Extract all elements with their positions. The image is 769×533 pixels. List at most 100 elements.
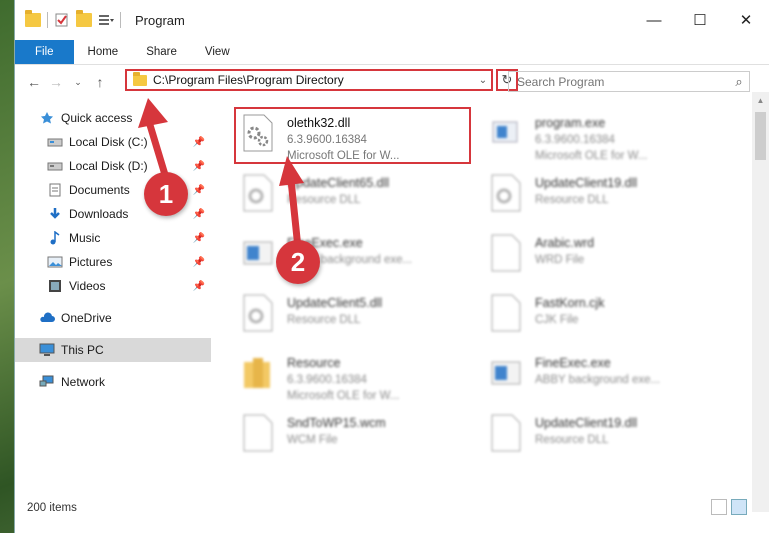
file-item[interactable]: UpdateClient19.dll Resource DLL [483, 406, 723, 462]
sidebar-item-pictures[interactable]: Pictures 📌 [15, 250, 211, 274]
properties-icon[interactable] [54, 13, 70, 27]
pin-icon[interactable]: 📌 [193, 161, 205, 172]
pin-icon[interactable]: 📌 [193, 281, 205, 292]
tab-share[interactable]: Share [132, 40, 191, 64]
file-item[interactable]: olethk32.dll 6.3.9600.16384 Microsoft OL… [235, 106, 475, 162]
sidebar-item-label: This PC [61, 343, 104, 357]
exe-window-icon [243, 234, 273, 272]
file-item[interactable]: Resource 6.3.9600.16384 Microsoft OLE fo… [235, 346, 475, 402]
up-arrow-icon[interactable]: ↑ [89, 74, 111, 90]
sidebar-item-music[interactable]: Music 📌 [15, 226, 211, 250]
new-folder-icon[interactable] [76, 10, 92, 27]
minimize-button[interactable]: — [631, 0, 677, 40]
tab-view[interactable]: View [191, 40, 244, 64]
file-item[interactable]: UpdateClient65.dll Resource DLL [235, 166, 475, 222]
blank-file-icon [491, 234, 521, 272]
dll-gear-icon [243, 294, 273, 332]
pin-icon[interactable]: 📌 [193, 233, 205, 244]
file-type: Resource DLL [535, 194, 609, 206]
file-item[interactable]: Arabic.wrd WRD File [483, 226, 723, 282]
back-arrow-icon[interactable]: ← [23, 74, 45, 90]
file-name: FastKorn.cjk [535, 296, 605, 310]
vertical-scrollbar[interactable]: ▲ [752, 92, 769, 512]
file-type: Resource DLL [287, 194, 361, 206]
scroll-up-arrow-icon[interactable]: ▲ [752, 92, 769, 109]
sidebar-item-quick-access[interactable]: Quick access [15, 106, 211, 130]
window-controls: — ☐ ✕ [631, 0, 769, 40]
file-version: 6.3.9600.16384 [287, 134, 367, 146]
documents-icon [47, 183, 63, 197]
file-item[interactable]: FineExec.exe ABBY background exe... [483, 346, 723, 402]
file-description: ABBY background exe... [535, 374, 661, 386]
view-toggle [711, 499, 747, 515]
scrollbar-thumb[interactable] [755, 112, 766, 160]
sidebar-item-onedrive[interactable]: OneDrive [15, 306, 211, 330]
file-type: WRD File [535, 254, 585, 266]
file-item[interactable]: program.exe 6.3.9600.16384 Microsoft OLE… [483, 106, 723, 162]
sidebar-item-label: Local Disk (D:) [69, 159, 148, 173]
file-name: UpdateClient5.dll [287, 296, 383, 310]
search-icon[interactable]: ⌕ [729, 74, 749, 90]
sidebar-item-local-disk-d[interactable]: Local Disk (D:) 📌 [15, 154, 211, 178]
sidebar-item-this-pc[interactable]: This PC [15, 338, 211, 362]
file-item[interactable]: FastKorn.cjk CJK File [483, 286, 723, 342]
customize-toolbar-icon[interactable] [98, 13, 114, 27]
pin-icon[interactable]: 📌 [193, 185, 205, 196]
file-type: Resource DLL [287, 314, 361, 326]
sidebar-item-network[interactable]: Network [15, 370, 211, 394]
divider [47, 12, 48, 28]
blank-file-icon [491, 294, 521, 332]
sidebar-item-label: OneDrive [61, 311, 112, 325]
tab-file[interactable]: File [15, 40, 74, 64]
file-item[interactable]: FineExec.exe ABBY background exe... [235, 226, 475, 282]
file-type: WCM File [287, 434, 338, 446]
file-list: olethk32.dll 6.3.9600.16384 Microsoft OL… [211, 92, 741, 492]
large-icons-view-icon[interactable] [731, 499, 747, 515]
drive-icon [47, 159, 63, 173]
tab-home[interactable]: Home [74, 40, 133, 64]
dll-gear-icon [243, 174, 273, 212]
search-box[interactable]: ⌕ [508, 71, 750, 92]
blank-file-icon [491, 414, 521, 452]
dll-gear-icon [491, 174, 521, 212]
step-1-badge: 1 [144, 172, 188, 216]
file-version: 6.3.9600.16384 [535, 134, 615, 146]
download-icon [47, 207, 63, 221]
file-item[interactable]: UpdateClient19.dll Resource DLL [483, 166, 723, 222]
file-item[interactable]: UpdateClient5.dll Resource DLL [235, 286, 475, 342]
close-button[interactable]: ✕ [723, 0, 769, 40]
pictures-icon [47, 255, 63, 269]
file-name: Resource [287, 356, 341, 370]
sidebar-item-label: Pictures [69, 255, 113, 269]
sidebar-item-local-disk-c[interactable]: Local Disk (C:) 📌 [15, 130, 211, 154]
maximize-button[interactable]: ☐ [677, 0, 723, 40]
address-bar[interactable]: C:\Program Files\Program Directory ⌄ [125, 69, 493, 91]
file-item[interactable]: SndToWP15.wcm WCM File [235, 406, 475, 462]
forward-arrow-icon[interactable]: → [45, 74, 67, 90]
title-bar: Program — ☐ ✕ [15, 0, 769, 40]
star-icon [39, 111, 55, 125]
quick-access-toolbar: Program [15, 10, 185, 28]
file-version: 6.3.9600.16384 [287, 374, 367, 386]
details-view-icon[interactable] [711, 499, 727, 515]
pin-icon[interactable]: 📌 [193, 209, 205, 220]
recent-locations-chevron-icon[interactable]: ⌄ [67, 77, 89, 88]
folder-icon [133, 71, 147, 86]
file-name: UpdateClient19.dll [535, 176, 638, 190]
pin-icon[interactable]: 📌 [193, 137, 205, 148]
file-type: CJK File [535, 314, 579, 326]
address-path[interactable]: C:\Program Files\Program Directory [153, 73, 475, 87]
sidebar-item-label: Local Disk (C:) [69, 135, 148, 149]
sidebar-item-videos[interactable]: Videos 📌 [15, 274, 211, 298]
folder-icon [243, 354, 273, 392]
file-name: SndToWP15.wcm [287, 416, 386, 430]
file-description: Microsoft OLE for W... [535, 150, 648, 162]
folder-icon [25, 10, 41, 27]
pin-icon[interactable]: 📌 [193, 257, 205, 268]
chevron-down-icon[interactable]: ⌄ [475, 75, 491, 86]
search-input[interactable] [509, 73, 729, 90]
blank-file-icon [243, 414, 273, 452]
file-name: UpdateClient65.dll [287, 176, 390, 190]
file-name: Arabic.wrd [535, 236, 595, 250]
exe-window-icon [491, 354, 521, 392]
